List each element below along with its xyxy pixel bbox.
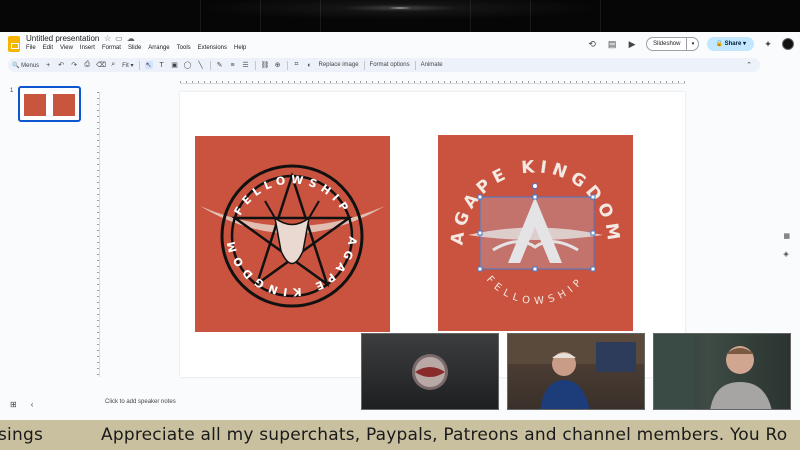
grid-view-icon[interactable]: ⊞ xyxy=(10,400,17,409)
title-bar: Untitled presentation ☆ ▭ ☁ File Edit Vi… xyxy=(0,32,800,56)
slide-number: 1 xyxy=(10,88,14,94)
zoom-label: Fit xyxy=(122,62,129,69)
ticker-prefix: sings xyxy=(0,425,44,445)
agape-kingdom-image[interactable]: AGAPE KINGDOM FELLOWSHIP xyxy=(438,135,633,331)
divider xyxy=(414,60,416,70)
menu-arrange[interactable]: Arrange xyxy=(148,45,169,51)
menu-edit[interactable]: Edit xyxy=(43,45,53,51)
zoom-icon[interactable]: ⌕ xyxy=(109,61,117,69)
redo-icon[interactable]: ↷ xyxy=(70,61,78,69)
replace-image-button[interactable]: Replace image xyxy=(319,62,359,68)
gemini-icon[interactable]: ✦ xyxy=(762,39,774,50)
menu-bar: File Edit View Insert Format Slide Arran… xyxy=(26,45,246,51)
menu-insert[interactable]: Insert xyxy=(80,45,95,51)
menus-label: Menus xyxy=(21,62,40,69)
webcam-tile-2 xyxy=(507,333,645,410)
calendar-icon[interactable]: ▦ xyxy=(783,232,790,240)
divider xyxy=(209,60,211,70)
meet-icon[interactable]: ▶ xyxy=(626,39,638,50)
zoom-select[interactable]: Fit ▾ xyxy=(122,62,133,69)
baphomet-image[interactable]: FELLOWSHIP AGAPE KINGDOM xyxy=(195,136,390,332)
slideshow-dropdown-icon[interactable]: ▾ xyxy=(687,37,700,51)
border-weight-icon[interactable]: ≡ xyxy=(229,62,237,69)
menu-extensions[interactable]: Extensions xyxy=(198,45,227,51)
format-options-button[interactable]: Format options xyxy=(370,62,410,68)
stream-ticker: sings Appreciate all my superchats, Paypa… xyxy=(0,420,800,450)
avatar[interactable] xyxy=(782,38,794,50)
folder-icon[interactable]: ▭ xyxy=(115,34,123,43)
menu-help[interactable]: Help xyxy=(234,45,246,51)
menu-file[interactable]: File xyxy=(26,45,36,51)
vertical-ruler[interactable] xyxy=(92,92,100,377)
webcam-tile-3 xyxy=(653,333,791,410)
menus-search-button[interactable]: 🔍 Menus xyxy=(12,62,39,69)
ticker-message: Appreciate all my superchats, Paypals, P… xyxy=(101,425,788,445)
thumbnail-image-right xyxy=(53,94,75,116)
baphomet-seal-icon: FELLOWSHIP AGAPE KINGDOM xyxy=(200,164,385,308)
add-icon[interactable]: + xyxy=(44,62,52,69)
document-title[interactable]: Untitled presentation xyxy=(26,34,99,43)
thumbnail-image-left xyxy=(24,94,46,116)
share-button[interactable]: 🔒 Share ▾ xyxy=(707,37,754,51)
crop-icon[interactable]: ⌗ xyxy=(293,61,301,69)
divider xyxy=(286,60,288,70)
slideshow-button[interactable]: Slideshow xyxy=(646,37,688,51)
menu-tools[interactable]: Tools xyxy=(177,45,191,51)
toolbar: 🔍 Menus + ↶ ↷ ⎙ ⌫ ⌕ Fit ▾ ↖ T ▣ ◯ ╲ ✎ ≡ … xyxy=(8,58,760,72)
divider xyxy=(138,60,140,70)
print-icon[interactable]: ⎙ xyxy=(83,61,91,69)
star-icon[interactable]: ☆ xyxy=(104,34,111,43)
keep-icon[interactable]: ◈ xyxy=(783,250,790,258)
comment-icon[interactable]: ▤ xyxy=(606,39,618,50)
side-panel: ▦ ◈ xyxy=(783,232,790,258)
border-dash-icon[interactable]: ☰ xyxy=(242,61,250,69)
svg-text:FELLOWSHIP: FELLOWSHIP xyxy=(484,274,587,307)
stream-background xyxy=(0,0,800,32)
menu-view[interactable]: View xyxy=(60,45,73,51)
mask-icon[interactable]: ◐ xyxy=(306,62,314,69)
text-box-icon[interactable]: T xyxy=(158,62,166,69)
line-icon[interactable]: ╲ xyxy=(197,61,205,69)
webcam-tile-1 xyxy=(361,333,499,410)
link-icon[interactable]: ⛓ xyxy=(261,61,270,69)
undo-icon[interactable]: ↶ xyxy=(57,61,65,69)
slide-thumbnail[interactable] xyxy=(18,86,81,122)
select-icon[interactable]: ↖ xyxy=(144,61,153,69)
share-label: Share xyxy=(724,41,742,47)
divider xyxy=(363,60,365,70)
agape-bottom-text: FELLOWSHIP xyxy=(484,274,582,307)
cloud-icon[interactable]: ☁ xyxy=(127,34,135,43)
collapse-toolbar-icon[interactable]: ⌃ xyxy=(746,61,752,69)
divider xyxy=(254,60,256,70)
shape-icon[interactable]: ◯ xyxy=(184,61,192,69)
guest-video-icon xyxy=(654,334,772,409)
filmstrip: 1 xyxy=(0,82,88,382)
image-icon[interactable]: ▣ xyxy=(171,61,179,69)
menu-format[interactable]: Format xyxy=(102,45,121,51)
history-icon[interactable]: ⟲ xyxy=(586,39,598,50)
add-comment-icon[interactable]: ⊕ xyxy=(274,61,282,69)
slides-logo-icon[interactable] xyxy=(8,36,20,52)
pen-icon[interactable]: ✎ xyxy=(216,61,224,69)
host-video-icon xyxy=(508,334,644,409)
animate-button[interactable]: Animate xyxy=(421,62,443,68)
guest-avatar-icon xyxy=(412,354,448,390)
paint-format-icon[interactable]: ⌫ xyxy=(96,61,106,69)
collapse-filmstrip-icon[interactable]: ‹ xyxy=(31,400,34,409)
menu-slide[interactable]: Slide xyxy=(128,45,141,51)
agape-seal-icon: AGAPE KINGDOM FELLOWSHIP xyxy=(448,157,619,307)
horizontal-ruler[interactable] xyxy=(180,76,685,84)
